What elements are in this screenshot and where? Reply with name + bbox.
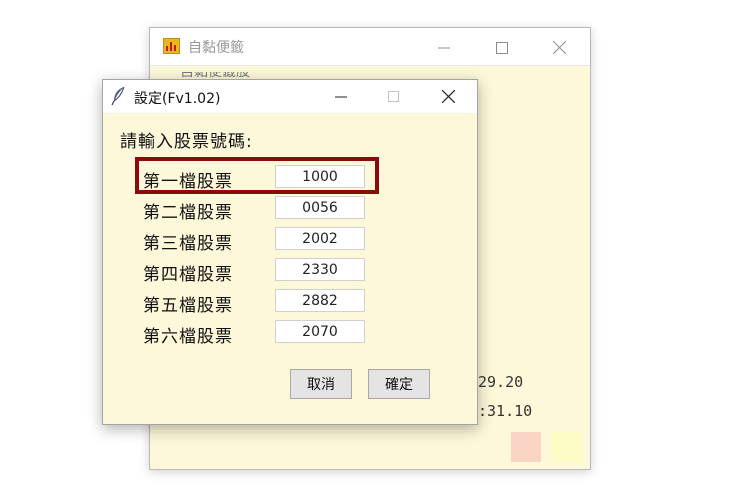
stock-row-6: 第六檔股票 xyxy=(103,320,477,347)
stock-row-2: 第二檔股票 xyxy=(103,196,477,223)
stock-input-5[interactable] xyxy=(275,289,365,312)
settings-dialog: 設定(Fv1.02) 請輸入股票號碼: 第一檔股票 第二檔股票 第三檔股票 第四… xyxy=(102,79,478,425)
maximize-icon xyxy=(496,41,508,54)
price-text-1: 29.20 xyxy=(478,373,524,391)
dialog-minimize-button[interactable] xyxy=(315,80,367,113)
stock-row-1: 第一檔股票 xyxy=(103,165,477,192)
stock-row-3: 第三檔股票 xyxy=(103,227,477,254)
minimize-icon xyxy=(335,96,347,97)
stock-label-6: 第六檔股票 xyxy=(143,327,233,347)
stock-input-3[interactable] xyxy=(275,227,365,250)
color-swatch-yellow[interactable] xyxy=(552,432,582,462)
color-swatch-pink[interactable] xyxy=(511,432,541,462)
cancel-button[interactable]: 取消 xyxy=(290,369,352,399)
dialog-titlebar[interactable]: 設定(Fv1.02) xyxy=(103,80,477,113)
minimize-icon xyxy=(438,47,450,48)
close-icon xyxy=(552,40,566,55)
stock-input-6[interactable] xyxy=(275,320,365,343)
stock-input-4[interactable] xyxy=(275,258,365,281)
sticky-note-titlebar[interactable]: 自黏便籤 xyxy=(150,28,590,66)
stock-label-4: 第四檔股票 xyxy=(143,265,233,285)
stock-input-1[interactable] xyxy=(275,165,365,188)
stock-label-3: 第三檔股票 xyxy=(143,234,233,254)
close-button[interactable] xyxy=(530,28,588,65)
sticky-note-title: 自黏便籤 xyxy=(188,40,244,56)
minimize-button[interactable] xyxy=(415,28,473,65)
stock-label-1: 第一檔股票 xyxy=(143,172,233,192)
feather-icon xyxy=(111,86,125,106)
dialog-maximize-button xyxy=(367,80,419,113)
stock-row-4: 第四檔股票 xyxy=(103,258,477,285)
app-chart-icon xyxy=(163,38,180,54)
stock-label-5: 第五檔股票 xyxy=(143,296,233,316)
dialog-title: 設定(Fv1.02) xyxy=(134,91,221,107)
stock-row-5: 第五檔股票 xyxy=(103,289,477,316)
close-icon xyxy=(441,89,455,104)
confirm-button[interactable]: 確定 xyxy=(368,369,430,399)
maximize-icon xyxy=(387,91,399,102)
dialog-close-button[interactable] xyxy=(422,80,474,113)
maximize-button[interactable] xyxy=(473,28,531,65)
stock-input-2[interactable] xyxy=(275,196,365,219)
price-text-2: :31.10 xyxy=(478,402,533,420)
prompt-label: 請輸入股票號碼: xyxy=(120,132,253,152)
stock-label-2: 第二檔股票 xyxy=(143,203,233,223)
